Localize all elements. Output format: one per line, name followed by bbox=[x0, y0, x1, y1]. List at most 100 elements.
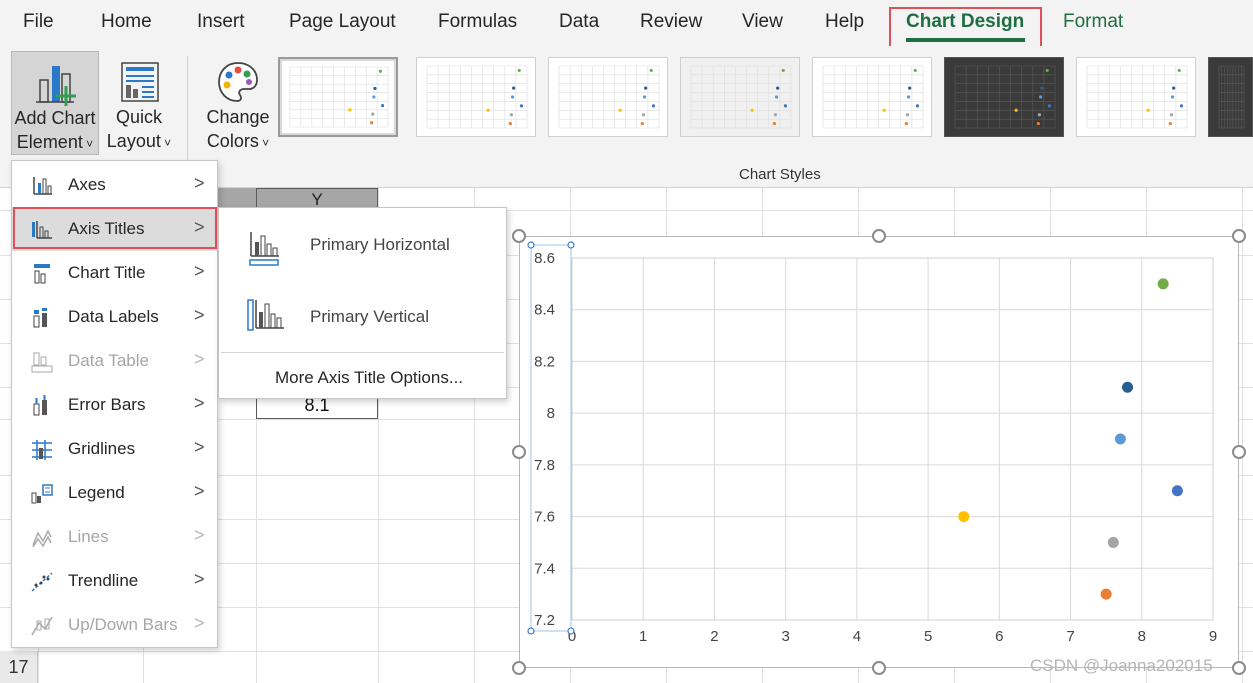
add-chart-element-label-2: Element bbox=[16, 132, 83, 152]
axis-selection-handle[interactable] bbox=[527, 241, 535, 249]
data-table-icon bbox=[31, 352, 53, 373]
axis-selection-handle[interactable] bbox=[567, 241, 575, 249]
menu-item-label: Chart Title bbox=[68, 263, 146, 282]
row-number-17[interactable]: 17 bbox=[0, 651, 38, 683]
menu-item-lines[interactable]: Lines > bbox=[12, 515, 217, 559]
data-point[interactable] bbox=[958, 511, 970, 523]
thumb-data-point bbox=[378, 69, 382, 73]
chart-style-1[interactable] bbox=[278, 57, 398, 137]
axis-selection-handle[interactable] bbox=[567, 627, 575, 635]
scatter-chart[interactable]: 7.2 7.4 7.6 7.8 8 8.2 8.4 8.6 0 1 2 3 4 5 6 7 8 9 bbox=[519, 236, 1239, 668]
chart-style-3[interactable] bbox=[548, 57, 668, 137]
menu-item-data-labels[interactable]: Data Labels > bbox=[12, 295, 217, 339]
thumb-data-point bbox=[915, 104, 920, 108]
data-point[interactable] bbox=[1100, 588, 1112, 600]
tab-view[interactable]: View bbox=[742, 11, 783, 33]
chart-styles-group-label: Chart Styles bbox=[739, 166, 821, 183]
chevron-right-icon: > bbox=[194, 437, 205, 457]
axes-icon bbox=[33, 177, 52, 195]
quick-layout-label-1: Quick bbox=[115, 107, 162, 127]
add-chart-element-button[interactable]: Add Chart Element ˅ bbox=[11, 51, 99, 155]
x-tick-label: 2 bbox=[710, 628, 718, 645]
resize-handle-bottom-left[interactable] bbox=[512, 661, 526, 675]
menu-item-label: Gridlines bbox=[68, 439, 136, 458]
axis-selection-handle[interactable] bbox=[527, 627, 535, 635]
thumb-data-point bbox=[1172, 86, 1176, 90]
menu-item-chart-title[interactable]: Chart Title > bbox=[12, 251, 217, 295]
chart-style-8[interactable] bbox=[1208, 57, 1253, 137]
tab-review[interactable]: Review bbox=[640, 11, 702, 33]
chart-style-6[interactable] bbox=[944, 57, 1064, 137]
thumb-data-point bbox=[750, 108, 754, 112]
menu-item-trendline[interactable]: Trendline > bbox=[12, 559, 217, 603]
y-tick-label: 8.2 bbox=[534, 353, 555, 370]
quick-layout-label-2: Layout bbox=[106, 131, 161, 151]
menu-item-error-bars[interactable]: Error Bars > bbox=[12, 383, 217, 427]
chevron-down-icon: ˅ bbox=[82, 137, 94, 151]
thumb-data-point bbox=[651, 104, 656, 108]
resize-handle-top[interactable] bbox=[872, 229, 886, 243]
submenu-divider bbox=[221, 352, 504, 353]
x-tick-label: 5 bbox=[924, 628, 932, 645]
menu-item-up-down-bars[interactable]: Up/Down Bars > bbox=[12, 603, 217, 647]
y-tick-label: 7.8 bbox=[534, 457, 555, 474]
thumb-data-point bbox=[509, 113, 514, 117]
tab-insert[interactable]: Insert bbox=[197, 11, 245, 33]
data-point[interactable] bbox=[1157, 278, 1169, 290]
chart-style-5[interactable] bbox=[812, 57, 932, 137]
menu-item-legend[interactable]: Legend > bbox=[12, 471, 217, 515]
resize-handle-left[interactable] bbox=[512, 445, 526, 459]
quick-layout-button[interactable]: Quick Layout ˅ bbox=[103, 51, 175, 155]
thumb-data-point bbox=[649, 68, 653, 73]
thumb-data-point bbox=[1047, 104, 1052, 108]
data-point[interactable] bbox=[1114, 433, 1126, 445]
menu-item-data-table[interactable]: Data Table > bbox=[12, 339, 217, 383]
quick-layout-icon bbox=[121, 62, 159, 102]
tab-data[interactable]: Data bbox=[559, 11, 599, 33]
y-tick-label: 8.6 bbox=[534, 250, 555, 267]
tab-home[interactable]: Home bbox=[101, 11, 152, 33]
tab-format[interactable]: Format bbox=[1063, 11, 1123, 33]
tab-page-layout[interactable]: Page Layout bbox=[289, 11, 396, 33]
y-tick-label: 7.2 bbox=[534, 612, 555, 629]
thumb-data-point bbox=[370, 121, 374, 125]
chart-style-7[interactable] bbox=[1076, 57, 1196, 137]
primary-horizontal-item[interactable]: Primary Horizontal bbox=[219, 218, 506, 280]
resize-handle-right[interactable] bbox=[1232, 445, 1246, 459]
chart-style-2[interactable] bbox=[416, 57, 536, 137]
thumb-data-point bbox=[908, 86, 912, 90]
thumb-data-point bbox=[640, 121, 644, 126]
chart-style-4[interactable] bbox=[680, 57, 800, 137]
lines-icon bbox=[32, 529, 52, 548]
thumb-data-point bbox=[373, 86, 377, 91]
resize-handle-top-right[interactable] bbox=[1232, 229, 1246, 243]
highlight-box-axis-titles bbox=[13, 207, 217, 249]
data-point[interactable] bbox=[1171, 485, 1183, 497]
tab-formulas[interactable]: Formulas bbox=[438, 11, 517, 33]
change-colors-label-2: Colors bbox=[206, 131, 259, 151]
chevron-down-icon: ˅ bbox=[258, 136, 270, 150]
thumb-data-point bbox=[905, 113, 910, 117]
more-axis-title-options[interactable]: More Axis Title Options... bbox=[275, 368, 463, 388]
menu-item-label: Legend bbox=[68, 483, 125, 502]
primary-vertical-item[interactable]: Primary Vertical bbox=[219, 288, 506, 350]
data-point[interactable] bbox=[1107, 536, 1119, 548]
tab-file[interactable]: File bbox=[23, 11, 54, 33]
tab-help[interactable]: Help bbox=[825, 11, 864, 33]
resize-handle-bottom[interactable] bbox=[872, 661, 886, 675]
thumb-data-point bbox=[641, 113, 646, 117]
legend-icon bbox=[31, 484, 53, 504]
data-point[interactable] bbox=[1122, 381, 1134, 393]
chart-style-2-preview bbox=[426, 65, 528, 129]
thumb-data-point bbox=[644, 86, 648, 90]
menu-item-gridlines[interactable]: Gridlines > bbox=[12, 427, 217, 471]
thumb-data-point bbox=[642, 95, 647, 99]
menu-item-axes[interactable]: Axes > bbox=[12, 163, 217, 207]
change-colors-button[interactable]: Change Colors ˅ bbox=[197, 51, 279, 155]
resize-handle-top-left[interactable] bbox=[512, 229, 526, 243]
thumb-data-point bbox=[776, 86, 780, 90]
resize-handle-bottom-right[interactable] bbox=[1232, 661, 1246, 675]
thumb-data-point bbox=[774, 95, 779, 99]
thumb-data-point bbox=[913, 68, 917, 73]
chart-style-7-preview bbox=[1086, 65, 1188, 129]
